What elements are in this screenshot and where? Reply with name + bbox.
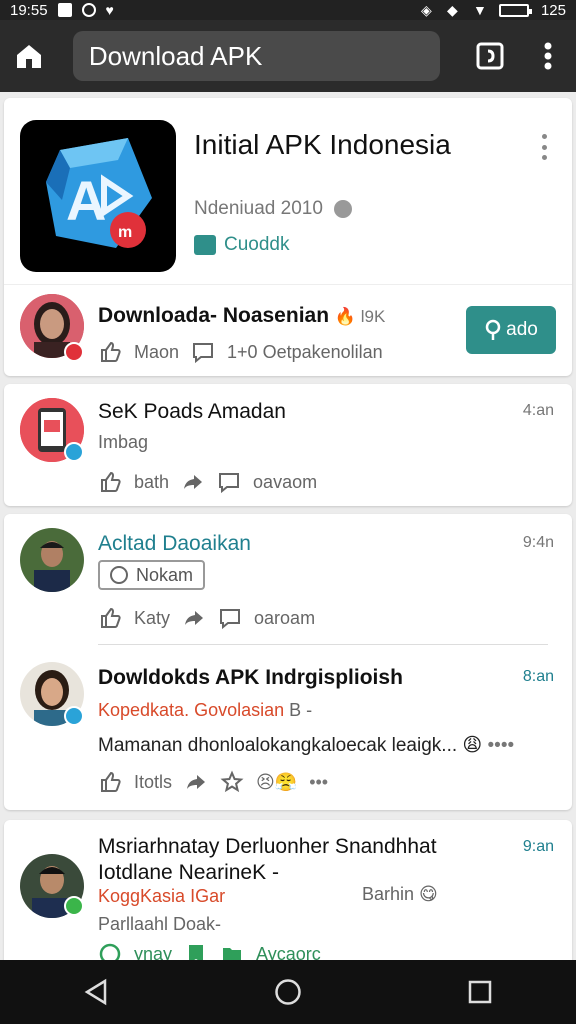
post-subtitle: Parllaahl Doak- [98,914,222,934]
tabs-icon [476,42,504,70]
share-label[interactable]: ynay [134,944,172,961]
post-title: SeK Poads Amadan [98,400,286,423]
back-button[interactable] [66,960,126,1024]
app-category-badge[interactable]: Cuoddk [194,234,290,256]
svg-text:A: A [66,169,106,232]
comment-icon[interactable] [218,606,242,630]
comment-icon[interactable] [191,340,215,364]
battery-icon [498,3,532,17]
verified-icon [334,199,353,218]
home-icon [16,45,41,68]
back-triangle-icon [84,978,107,1006]
post-actions: Katy oaroam [98,606,315,630]
post-title: Dowldokds APK Indrgisplioish [98,666,403,689]
system-nav-bar [0,960,576,1024]
overflow-menu-button[interactable] [520,20,576,92]
star-icon[interactable] [220,770,244,794]
post-actions: bath oavaom [98,470,317,494]
person-photo [20,528,84,592]
recents-button[interactable] [450,960,510,1024]
post-actions: Itotls 😣😤 ••• [98,770,328,794]
verified-badge-icon [64,442,84,462]
tabs-button[interactable] [460,20,520,92]
post-body: Mamanan dhonloalokangkaloecak leaigk... … [98,735,515,756]
like-label[interactable]: Itotls [134,772,172,793]
page-content: A m Initial APK Indonesia Ndeniuad 2010 … [0,92,576,960]
save-label[interactable]: Aycaorc [256,944,321,961]
post-card[interactable]: SeK Poads Amadan 4:an Imbag bath oavaom [4,384,572,506]
apk-logo-icon: A m [46,138,152,248]
thumbs-up-icon[interactable] [98,470,122,494]
browser-toolbar: Download APK [0,20,576,92]
emoji-icon: 😋 [419,884,438,904]
post-tagline: Kopedkata. Govolasian B - [98,700,313,720]
share-icon[interactable] [182,606,206,630]
app-icon[interactable]: A m [20,120,176,272]
smile-icon [110,566,128,584]
post-title: Downloada- Noasenian 🔥 l9K [98,304,386,327]
svg-text:m: m [118,224,132,241]
post-tagline: KoggKasia IGar [98,886,226,906]
signal-icon: ◆ [446,2,458,18]
thumbs-up-icon[interactable] [98,770,122,794]
home-nav-button[interactable] [258,960,318,1024]
app-card: A m Initial APK Indonesia Ndeniuad 2010 … [4,98,572,376]
share-icon[interactable] [184,770,208,794]
whatsapp-icon[interactable] [98,942,122,960]
recents-square-icon [468,980,492,1004]
more-horiz-icon[interactable]: •••• [488,735,515,756]
app-card-menu-button[interactable] [538,134,550,160]
url-text: Download APK [88,40,263,71]
home-circle-icon [275,979,301,1005]
status-bar: 19:55 ♥ ◈ ◆ ▼ 125 [0,0,576,20]
more-horiz-icon[interactable]: ••• [309,772,328,793]
app-notification-icon [81,3,96,17]
comment-label[interactable]: oaroam [254,608,315,629]
verified-badge-icon [64,896,84,916]
post-title: Acltad Daoaikan [98,532,251,555]
notification-icon [57,3,72,17]
post-time: 8:an [522,668,554,685]
home-button[interactable] [0,20,58,92]
reaction-emoji-icon: 😣😤 [256,771,298,792]
battery-level: 125 [540,1,566,19]
post-side-label: Barhin 😋 [362,884,438,904]
post-time: 9:an [522,838,554,855]
like-label[interactable]: Maon [134,342,179,363]
post-subtitle: Imbag [98,432,149,452]
post-card[interactable]: Msriarhnatay Derluonher Snandhhat Iotdla… [4,820,572,960]
download-button[interactable]: ado [466,306,556,354]
comment-label[interactable]: 1+0 Oetpakenolilan [227,342,383,363]
emoji-icon: 😩 [462,735,483,756]
rotate-icon: ◈ [420,2,432,18]
comment-icon[interactable] [217,470,241,494]
wifi-icon: ▼ [472,2,487,18]
app-title: Initial APK Indonesia [194,129,451,160]
post-time: 4:an [522,402,554,419]
tag-chip[interactable]: Nokam [98,560,206,590]
post-title: Msriarhnatay Derluonher Snandhhat Iotdla… [98,835,437,884]
post-card[interactable]: Acltad Daoaikan 9:4n Nokam Katy oaroam D… [4,514,572,810]
url-bar[interactable]: Download APK [72,31,441,81]
post-time: 9:4n [522,534,554,551]
like-label[interactable]: Katy [134,608,170,629]
bookmark-icon[interactable] [184,942,208,960]
comment-label[interactable]: oavaom [253,472,317,493]
pin-icon [485,319,501,340]
post-actions: Maon 1+0 Oetpakenolilan [98,340,383,364]
app-subtitle: Ndeniuad 2010 [194,198,353,220]
thumbs-up-icon[interactable] [98,340,122,364]
post-actions: ynay Aycaorc [98,942,321,960]
thumbs-up-icon[interactable] [98,606,122,630]
like-label[interactable]: bath [134,472,169,493]
folder-icon[interactable] [220,942,244,960]
avatar[interactable] [20,528,84,592]
share-icon [194,235,216,255]
more-vert-icon [544,42,552,70]
verified-badge-icon [64,342,84,362]
share-icon[interactable] [181,470,205,494]
status-time: 19:55 [10,1,48,19]
heart-icon: ♥ [105,2,114,18]
verified-badge-icon [64,706,84,726]
